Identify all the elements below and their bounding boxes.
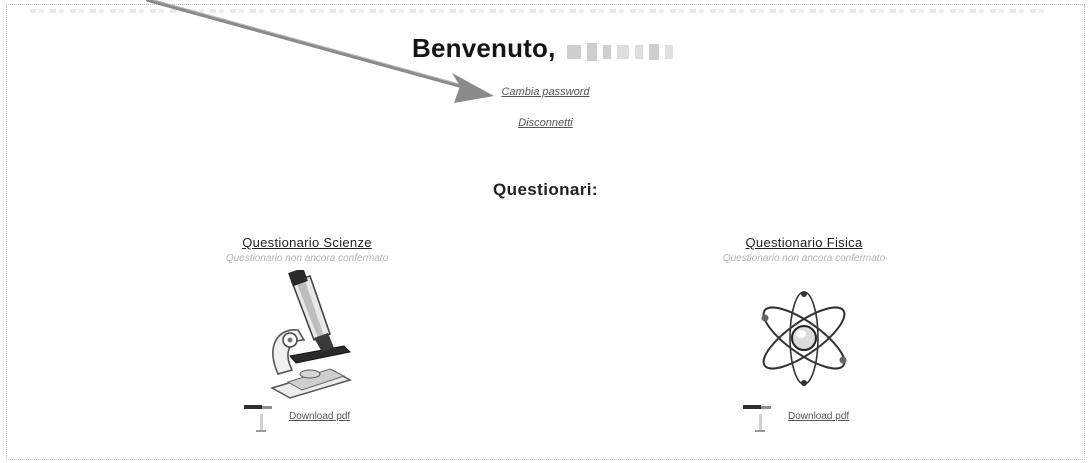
microscope-icon bbox=[270, 270, 352, 399]
change-password-link[interactable]: Cambia password bbox=[0, 86, 1091, 98]
welcome-heading: Benvenuto, bbox=[0, 33, 1091, 66]
questionnaire-card-fisica: Questionario Fisica Questionario non anc… bbox=[674, 235, 934, 400]
printer-icon bbox=[244, 405, 272, 432]
redacted-username bbox=[567, 35, 679, 66]
questionnaire-card-scienze: Questionario Scienze Questionario non an… bbox=[177, 235, 437, 400]
logout-link[interactable]: Disconnetti bbox=[0, 117, 1091, 129]
download-pdf-fisica[interactable]: Download pdf bbox=[741, 402, 881, 436]
questionnaire-status: Questionario non ancora confermato bbox=[722, 253, 886, 264]
welcome-text: Benvenuto, bbox=[411, 33, 556, 63]
printer-icon bbox=[743, 405, 771, 432]
download-pdf-link[interactable]: Download pdf bbox=[788, 411, 849, 422]
atom-icon bbox=[761, 291, 847, 386]
download-pdf-scienze[interactable]: Download pdf bbox=[242, 402, 382, 436]
section-title: Questionari: bbox=[493, 180, 598, 199]
download-pdf-link[interactable]: Download pdf bbox=[289, 411, 350, 422]
questionnaire-title-link[interactable]: Questionario Scienze bbox=[177, 235, 437, 250]
questionnaire-status: Questionario non ancora confermato bbox=[225, 253, 389, 264]
questionnaire-title-link[interactable]: Questionario Fisica bbox=[674, 235, 934, 250]
